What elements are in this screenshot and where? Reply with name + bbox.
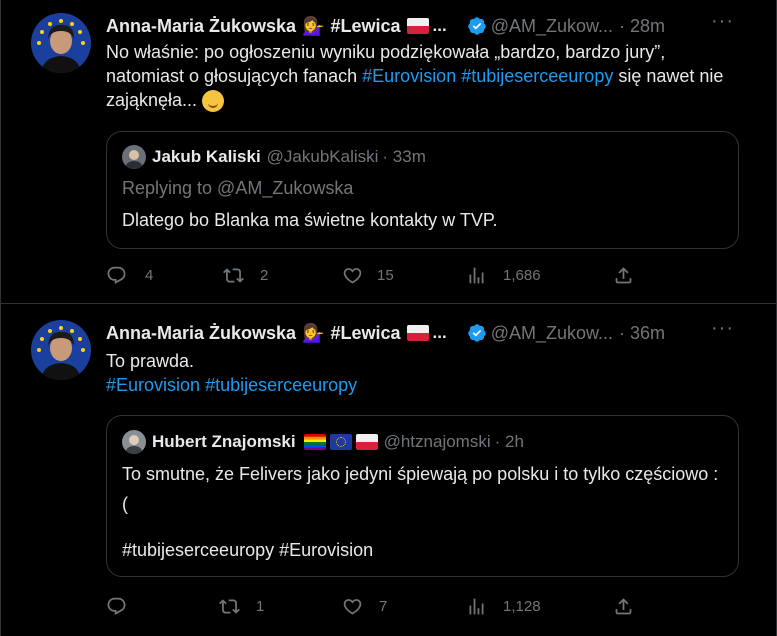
quoted-tweet-text: Dlatego bo Blanka ma świetne kontakty w …	[122, 210, 498, 230]
reply-button[interactable]	[106, 596, 145, 617]
author-name[interactable]: Anna-Maria Żukowska	[106, 323, 296, 344]
views-chart-icon	[469, 267, 484, 284]
like-count: 15	[377, 267, 394, 284]
views-count: 1,128	[503, 598, 541, 615]
quoted-author-avatar	[122, 430, 146, 454]
reply-icon	[107, 597, 126, 615]
smirk-emoji-icon	[202, 90, 225, 113]
verified-badge-icon[interactable]	[467, 16, 487, 36]
quoted-tweet[interactable]: Hubert Znajomski @htznajomski · 2h To sm…	[106, 415, 739, 577]
poland-flag-icon	[406, 325, 429, 341]
heart-icon	[343, 599, 362, 615]
quoted-tweet-hashtags: #tubijeserceeuropy #Eurovision	[122, 540, 374, 560]
quoted-author-name: Jakub Kaliski	[152, 147, 261, 166]
heart-icon	[343, 268, 362, 284]
hashtag-link[interactable]: #tubijeserceeuropy	[205, 375, 357, 395]
tweet-text: No właśnie: po ogłoszeniu wyniku podzięk…	[106, 40, 746, 113]
retweet-button[interactable]: 2	[223, 265, 268, 286]
tweet-text: To prawda. #Eurovision #tubijeserceeurop…	[106, 349, 746, 397]
hashtag-link[interactable]: #Eurovision	[362, 66, 456, 86]
quoted-tweet-header: Hubert Znajomski @htznajomski · 2h	[122, 430, 524, 454]
like-button[interactable]: 7	[342, 596, 387, 617]
quoted-author-handle: @JakubKaliski	[266, 147, 379, 166]
timeline: Anna-Maria Żukowska 💁‍♀️ #Lewica ... @AM…	[0, 0, 777, 636]
quoted-tweet-text: To smutne, że Felivers jako jedyni śpiew…	[122, 464, 719, 514]
quoted-author-name: Hubert Znajomski	[152, 432, 296, 451]
author-handle[interactable]: @AM_Zukow...	[491, 323, 613, 344]
share-icon	[615, 598, 632, 615]
quoted-tweet-header: Jakub Kaliski @JakubKaliski · 33m	[122, 145, 426, 169]
tweet-time[interactable]: · 28m	[619, 16, 665, 37]
share-button[interactable]	[613, 596, 634, 617]
quoted-tweet-time: · 2h	[494, 432, 524, 451]
poland-flag-icon	[355, 434, 378, 450]
replying-to: Replying to @AM_Zukowska	[122, 178, 354, 198]
author-handle[interactable]: @AM_Zukow...	[491, 16, 613, 37]
like-button[interactable]: 15	[342, 265, 394, 286]
author-name[interactable]: Anna-Maria Żukowska	[106, 16, 296, 37]
views-button[interactable]: 1,128	[466, 596, 541, 617]
more-options-icon[interactable]: ···	[711, 10, 734, 33]
quoted-tweet[interactable]: Jakub Kaliski @JakubKaliski · 33m Replyi…	[106, 131, 739, 249]
reply-icon	[107, 266, 126, 284]
author-suffix[interactable]: #Lewica	[330, 323, 400, 344]
author-suffix[interactable]: #Lewica	[330, 16, 400, 37]
views-count: 1,686	[503, 267, 541, 284]
retweet-icon	[223, 268, 244, 283]
share-button[interactable]	[613, 265, 634, 286]
reply-count: 4	[145, 267, 154, 284]
tweet[interactable]: Anna-Maria Żukowska 💁‍♀️ #Lewica ... @AM…	[1, 305, 776, 636]
more-options-icon[interactable]: ···	[711, 317, 734, 340]
tweet-text-line: To prawda.	[106, 351, 195, 371]
verified-badge-icon[interactable]	[467, 323, 487, 343]
rainbow-flag-icon	[303, 434, 326, 450]
hashtag-link[interactable]: #tubijeserceeuropy	[461, 66, 613, 86]
hashtag-link[interactable]: #Eurovision	[106, 375, 200, 395]
reply-button[interactable]: 4	[106, 265, 153, 286]
person-tipping-hand-icon: 💁‍♀️	[302, 322, 325, 343]
name-ellipsis: ...	[432, 16, 447, 35]
views-button[interactable]: 1,686	[466, 265, 541, 286]
person-tipping-hand-icon: 💁‍♀️	[302, 15, 325, 36]
tweet-header: Anna-Maria Żukowska 💁‍♀️ #Lewica ... @AM…	[106, 321, 746, 345]
quoted-tweet-time: · 33m	[382, 147, 426, 166]
author-avatar[interactable]	[31, 320, 91, 380]
tweet[interactable]: Anna-Maria Żukowska 💁‍♀️ #Lewica ... @AM…	[1, 0, 776, 304]
retweet-button[interactable]: 1	[219, 596, 264, 617]
retweet-icon	[219, 599, 240, 614]
like-count: 7	[379, 598, 388, 615]
quoted-author-handle: @htznajomski	[383, 432, 491, 451]
quoted-author-avatar	[122, 145, 146, 169]
tweet-actions: 4 2 15 1,686	[106, 265, 746, 289]
tweet-actions: 1 7 1,128	[106, 596, 746, 620]
eu-flag-icon	[329, 434, 352, 450]
retweet-count: 1	[256, 598, 265, 615]
retweet-count: 2	[260, 267, 269, 284]
poland-flag-icon	[406, 18, 429, 34]
tweet-header: Anna-Maria Żukowska 💁‍♀️ #Lewica ... @AM…	[106, 14, 746, 38]
author-avatar[interactable]	[31, 13, 91, 73]
tweet-hashtags: #Eurovision #tubijeserceeuropy	[106, 373, 746, 397]
views-chart-icon	[469, 598, 484, 615]
tweet-time[interactable]: · 36m	[619, 323, 665, 344]
share-icon	[615, 267, 632, 284]
name-ellipsis: ...	[432, 323, 447, 342]
